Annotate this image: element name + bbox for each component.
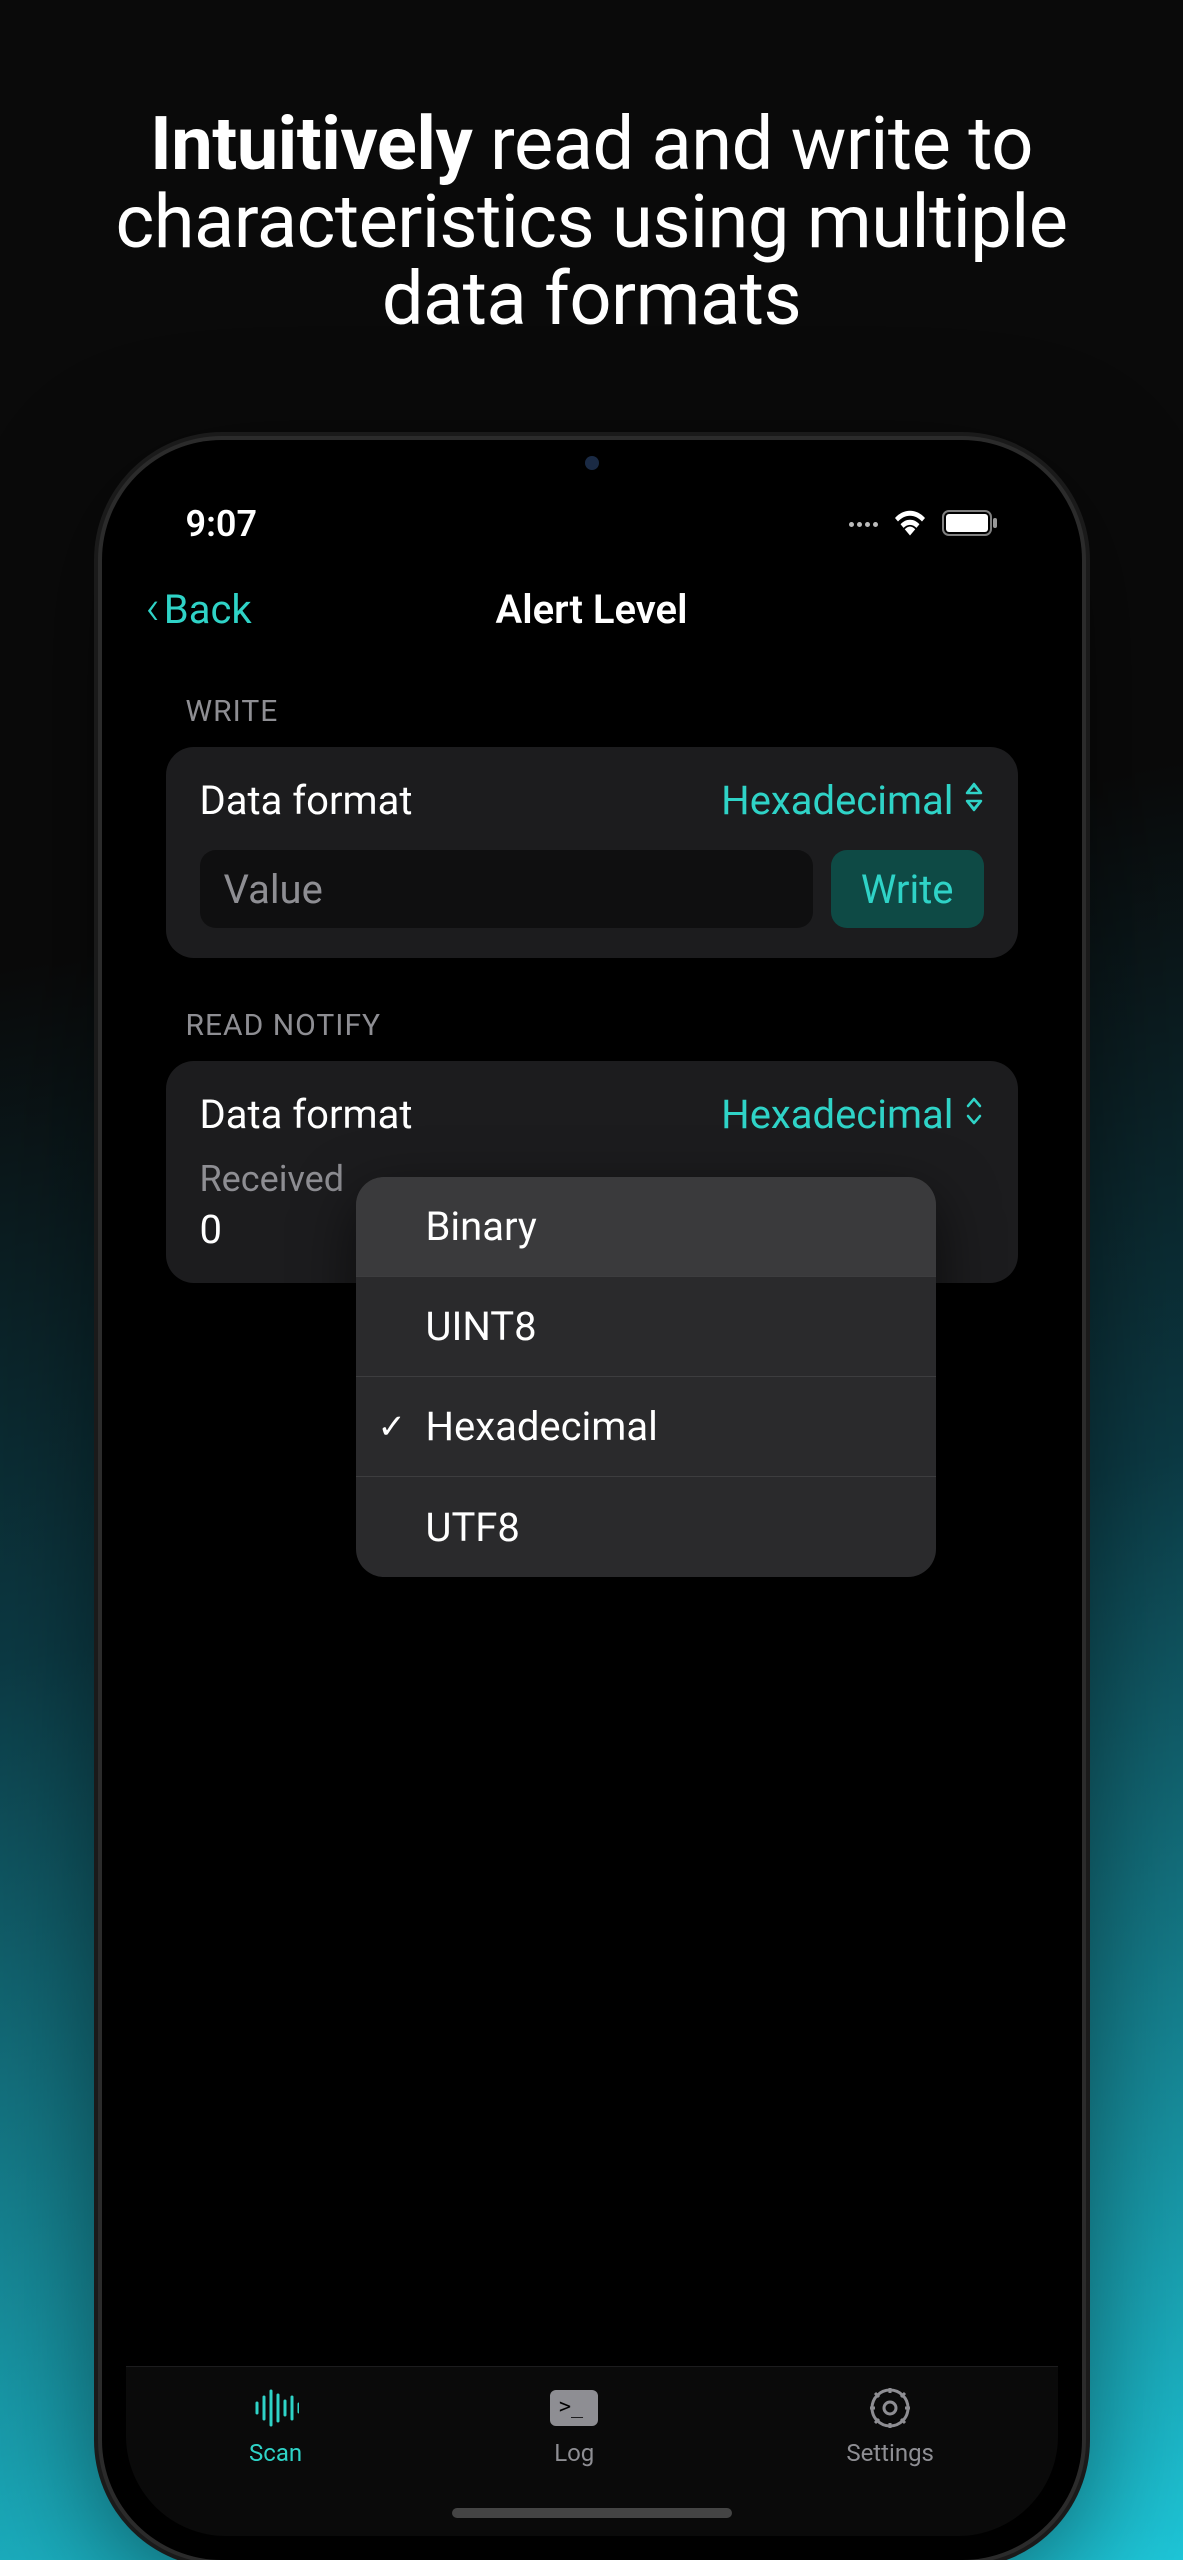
gear-icon (869, 2387, 911, 2429)
dropdown-item-uint8[interactable]: UINT8 (356, 1277, 936, 1377)
headline-bold: Intuitively (150, 101, 472, 188)
write-format-value: Hexadecimal (721, 777, 983, 824)
write-button-label: Write (861, 866, 954, 913)
tab-settings[interactable]: Settings (846, 2387, 934, 2467)
status-time: 9:07 (186, 503, 258, 545)
write-format-text: Hexadecimal (721, 777, 953, 824)
dropdown-item-binary[interactable]: Binary (356, 1177, 936, 1277)
write-card: Data format Hexadecimal Value Write (166, 747, 1018, 958)
tab-scan-label: Scan (249, 2439, 302, 2467)
cellular-dots-icon (849, 522, 878, 527)
dropdown-item-hexadecimal[interactable]: ✓ Hexadecimal (356, 1377, 936, 1477)
wifi-icon (892, 503, 928, 545)
read-section-header: READ NOTIFY (166, 958, 1018, 1061)
status-right (849, 503, 998, 545)
read-format-row[interactable]: Data format Hexadecimal (200, 1091, 984, 1138)
read-format-value: Hexadecimal (721, 1091, 983, 1138)
content-area: WRITE Data format Hexadecimal Value (126, 654, 1058, 1283)
phone-screen: 9:07 ‹ Back Alert Level WRITE (126, 464, 1058, 2536)
write-button[interactable]: Write (831, 850, 984, 928)
read-format-text: Hexadecimal (721, 1091, 953, 1138)
tab-settings-label: Settings (846, 2439, 934, 2467)
headline-rest1: read and write to (472, 101, 1033, 188)
value-input[interactable]: Value (200, 850, 813, 928)
back-label: Back (164, 586, 252, 633)
tab-scan[interactable]: Scan (249, 2387, 302, 2467)
write-input-row: Value Write (200, 850, 984, 928)
dropdown-item-utf8[interactable]: UTF8 (356, 1477, 936, 1577)
headline-line3: data formats (382, 256, 801, 343)
tab-log[interactable]: >_ Log (549, 2387, 599, 2467)
up-down-chevron-icon (964, 1096, 984, 1134)
dropdown-item-label: Binary (426, 1203, 537, 1250)
up-down-chevron-icon (964, 782, 984, 820)
write-section-header: WRITE (166, 664, 1018, 747)
dropdown-item-label: UTF8 (426, 1504, 520, 1551)
write-format-row[interactable]: Data format Hexadecimal (200, 777, 984, 824)
phone-frame: 9:07 ‹ Back Alert Level WRITE (102, 440, 1082, 2560)
page-title: Alert Level (126, 586, 1058, 633)
dropdown-item-label: Hexadecimal (426, 1403, 658, 1450)
nav-bar: ‹ Back Alert Level (126, 564, 1058, 654)
value-placeholder: Value (224, 866, 323, 913)
tab-bar: Scan >_ Log Settings (126, 2366, 1058, 2536)
phone-notch (422, 440, 762, 490)
promo-headline: Intuitively read and write to characteri… (0, 106, 1183, 339)
read-card: Data format Hexadecimal Received 0 Binar… (166, 1061, 1018, 1283)
tab-log-label: Log (554, 2439, 594, 2467)
waveform-icon (253, 2387, 299, 2429)
read-format-label: Data format (200, 1091, 413, 1138)
headline-line2: characteristics using multiple (116, 179, 1068, 266)
home-indicator[interactable] (452, 2508, 732, 2518)
chevron-left-icon: ‹ (146, 579, 160, 636)
back-button[interactable]: ‹ Back (146, 583, 252, 636)
check-icon: ✓ (378, 1407, 407, 1447)
dropdown-item-label: UINT8 (426, 1303, 537, 1350)
battery-icon (942, 503, 998, 545)
terminal-icon: >_ (549, 2387, 599, 2429)
data-format-dropdown: Binary UINT8 ✓ Hexadecimal UTF8 (356, 1177, 936, 1577)
svg-text:>_: >_ (559, 2394, 584, 2418)
write-format-label: Data format (200, 777, 413, 824)
